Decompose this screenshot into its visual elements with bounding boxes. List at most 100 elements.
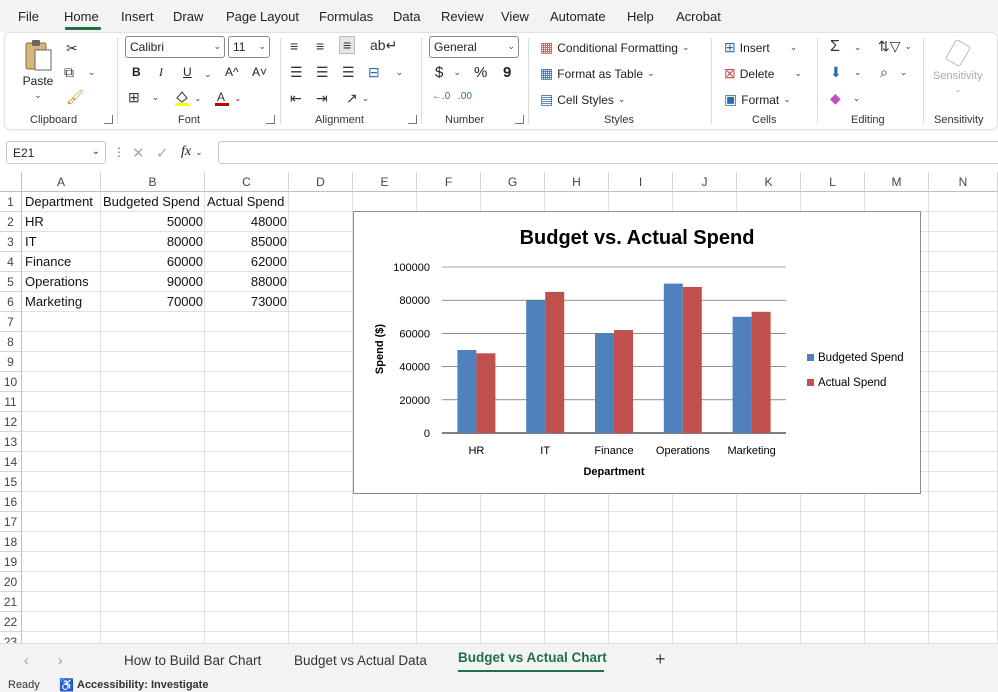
scroll-right-icon[interactable]: › (58, 652, 63, 668)
find-select-icon[interactable]: ⌕ ⌄ (880, 64, 907, 81)
cell-A5[interactable]: Operations (23, 272, 101, 292)
menu-file[interactable]: File (18, 9, 39, 24)
cancel-icon[interactable]: ✕ (132, 144, 145, 162)
align-right-icon[interactable]: ☰ (342, 64, 355, 81)
font-color-button[interactable]: A ⌄ (214, 89, 242, 107)
select-all-corner[interactable] (0, 172, 22, 192)
column-header-l[interactable]: L (801, 172, 865, 192)
format-cells-button[interactable]: ▣ Format ⌄ (724, 91, 791, 108)
column-header-k[interactable]: K (737, 172, 801, 192)
cell-A2[interactable]: HR (23, 212, 101, 232)
cell-A1[interactable]: Department (23, 192, 101, 212)
scroll-left-icon[interactable]: ‹ (24, 652, 29, 668)
row-header-7[interactable]: 7 (0, 312, 22, 332)
cell-C6[interactable]: 73000 (205, 292, 289, 312)
font-launcher-icon[interactable] (266, 115, 275, 124)
cell-C4[interactable]: 62000 (205, 252, 289, 272)
cut-icon[interactable]: ✂ (66, 40, 78, 57)
currency-button[interactable]: $ ⌄ (435, 64, 461, 81)
insert-cells-button[interactable]: ⊞ Insert ⌄ (724, 39, 797, 56)
add-sheet-button[interactable]: + (655, 649, 666, 670)
row-header-10[interactable]: 10 (0, 372, 22, 392)
clipboard-launcher-icon[interactable] (104, 115, 113, 124)
row-header-3[interactable]: 3 (0, 232, 22, 252)
align-left-icon[interactable]: ☰ (290, 64, 303, 81)
column-header-h[interactable]: H (545, 172, 609, 192)
row-header-19[interactable]: 19 (0, 552, 22, 572)
cell-B5[interactable]: 90000 (101, 272, 205, 292)
bold-button[interactable]: B (132, 65, 141, 79)
font-name-select[interactable]: Calibri ⌄ (125, 36, 225, 58)
formula-input[interactable] (218, 141, 998, 164)
row-header-1[interactable]: 1 (0, 192, 22, 212)
column-header-c[interactable]: C (205, 172, 289, 192)
align-bottom-icon[interactable]: ≡ (339, 36, 356, 54)
menu-home[interactable]: Home (64, 9, 99, 24)
copy-icon[interactable]: ⧉ ⌄ (64, 64, 96, 81)
column-header-b[interactable]: B (101, 172, 205, 192)
row-header-23[interactable]: 23 (0, 632, 22, 643)
row-header-9[interactable]: 9 (0, 352, 22, 372)
percent-button[interactable]: % (474, 64, 487, 81)
menu-review[interactable]: Review (441, 9, 484, 24)
cell-C2[interactable]: 48000 (205, 212, 289, 232)
enter-icon[interactable]: ✓ (156, 144, 169, 162)
align-middle-icon[interactable]: ≡ (316, 38, 324, 54)
cell-C1[interactable]: Actual Spend (205, 192, 289, 212)
menu-page-layout[interactable]: Page Layout (226, 9, 299, 24)
cell-B2[interactable]: 50000 (101, 212, 205, 232)
row-header-22[interactable]: 22 (0, 612, 22, 632)
cell-C5[interactable]: 88000 (205, 272, 289, 292)
column-header-j[interactable]: J (673, 172, 737, 192)
sort-filter-icon[interactable]: ⇅▽ ⌄ (878, 38, 912, 55)
row-header-8[interactable]: 8 (0, 332, 22, 352)
row-header-17[interactable]: 17 (0, 512, 22, 532)
row-header-6[interactable]: 6 (0, 292, 22, 312)
number-format-select[interactable]: General ⌄ (429, 36, 519, 58)
menu-acrobat[interactable]: Acrobat (676, 9, 721, 24)
accessibility-status[interactable]: Accessibility: Investigate (77, 679, 208, 691)
italic-button[interactable]: I (159, 65, 163, 80)
fill-icon[interactable]: ⬇ ⌄ (830, 64, 861, 81)
cell-B1[interactable]: Budgeted Spend (101, 192, 205, 212)
row-header-12[interactable]: 12 (0, 412, 22, 432)
sensitivity-button[interactable]: Sensitivity ⌄ (933, 38, 983, 95)
column-header-d[interactable]: D (289, 172, 353, 192)
insert-function-button[interactable]: fx ⌄ (181, 144, 203, 160)
row-header-18[interactable]: 18 (0, 532, 22, 552)
merge-center-icon[interactable]: ⊟ ⌄ (368, 64, 403, 81)
orientation-icon[interactable]: ↗ ⌄ (346, 90, 369, 107)
cell-styles-button[interactable]: ▤ Cell Styles ⌄ (540, 91, 625, 108)
chevron-down-icon[interactable]: ⌄ (204, 69, 212, 80)
column-header-g[interactable]: G (481, 172, 545, 192)
paste-button[interactable]: Paste ⌄ (22, 38, 54, 101)
row-header-16[interactable]: 16 (0, 492, 22, 512)
column-header-a[interactable]: A (22, 172, 101, 192)
column-header-i[interactable]: I (609, 172, 673, 192)
row-header-5[interactable]: 5 (0, 272, 22, 292)
align-top-icon[interactable]: ≡ (290, 38, 298, 54)
cell-B3[interactable]: 80000 (101, 232, 205, 252)
chart-object[interactable]: Budget vs. Actual Spend Spend ($) Depart… (353, 211, 921, 494)
row-header-11[interactable]: 11 (0, 392, 22, 412)
align-center-icon[interactable]: ☰ (316, 64, 329, 81)
cell-B4[interactable]: 60000 (101, 252, 205, 272)
alignment-launcher-icon[interactable] (408, 115, 417, 124)
cell-A6[interactable]: Marketing (23, 292, 101, 312)
column-header-e[interactable]: E (353, 172, 417, 192)
menu-view[interactable]: View (501, 9, 529, 24)
number-launcher-icon[interactable] (515, 115, 524, 124)
clear-icon[interactable]: ◆ ⌄ (830, 90, 860, 107)
cell-A4[interactable]: Finance (23, 252, 101, 272)
row-header-13[interactable]: 13 (0, 432, 22, 452)
row-header-15[interactable]: 15 (0, 472, 22, 492)
conditional-formatting-button[interactable]: ▦ Conditional Formatting ⌄ (540, 39, 690, 56)
row-header-20[interactable]: 20 (0, 572, 22, 592)
sheet-tab-budget-data[interactable]: Budget vs Actual Data (294, 653, 427, 668)
decrease-decimal-icon[interactable]: .00 (458, 91, 472, 102)
format-painter-icon[interactable]: 🖌 (66, 89, 84, 106)
cell-A3[interactable]: IT (23, 232, 101, 252)
increase-decimal-icon[interactable]: ←.0 (432, 91, 450, 102)
menu-automate[interactable]: Automate (550, 9, 606, 24)
comma-button[interactable]: 9 (503, 64, 511, 81)
